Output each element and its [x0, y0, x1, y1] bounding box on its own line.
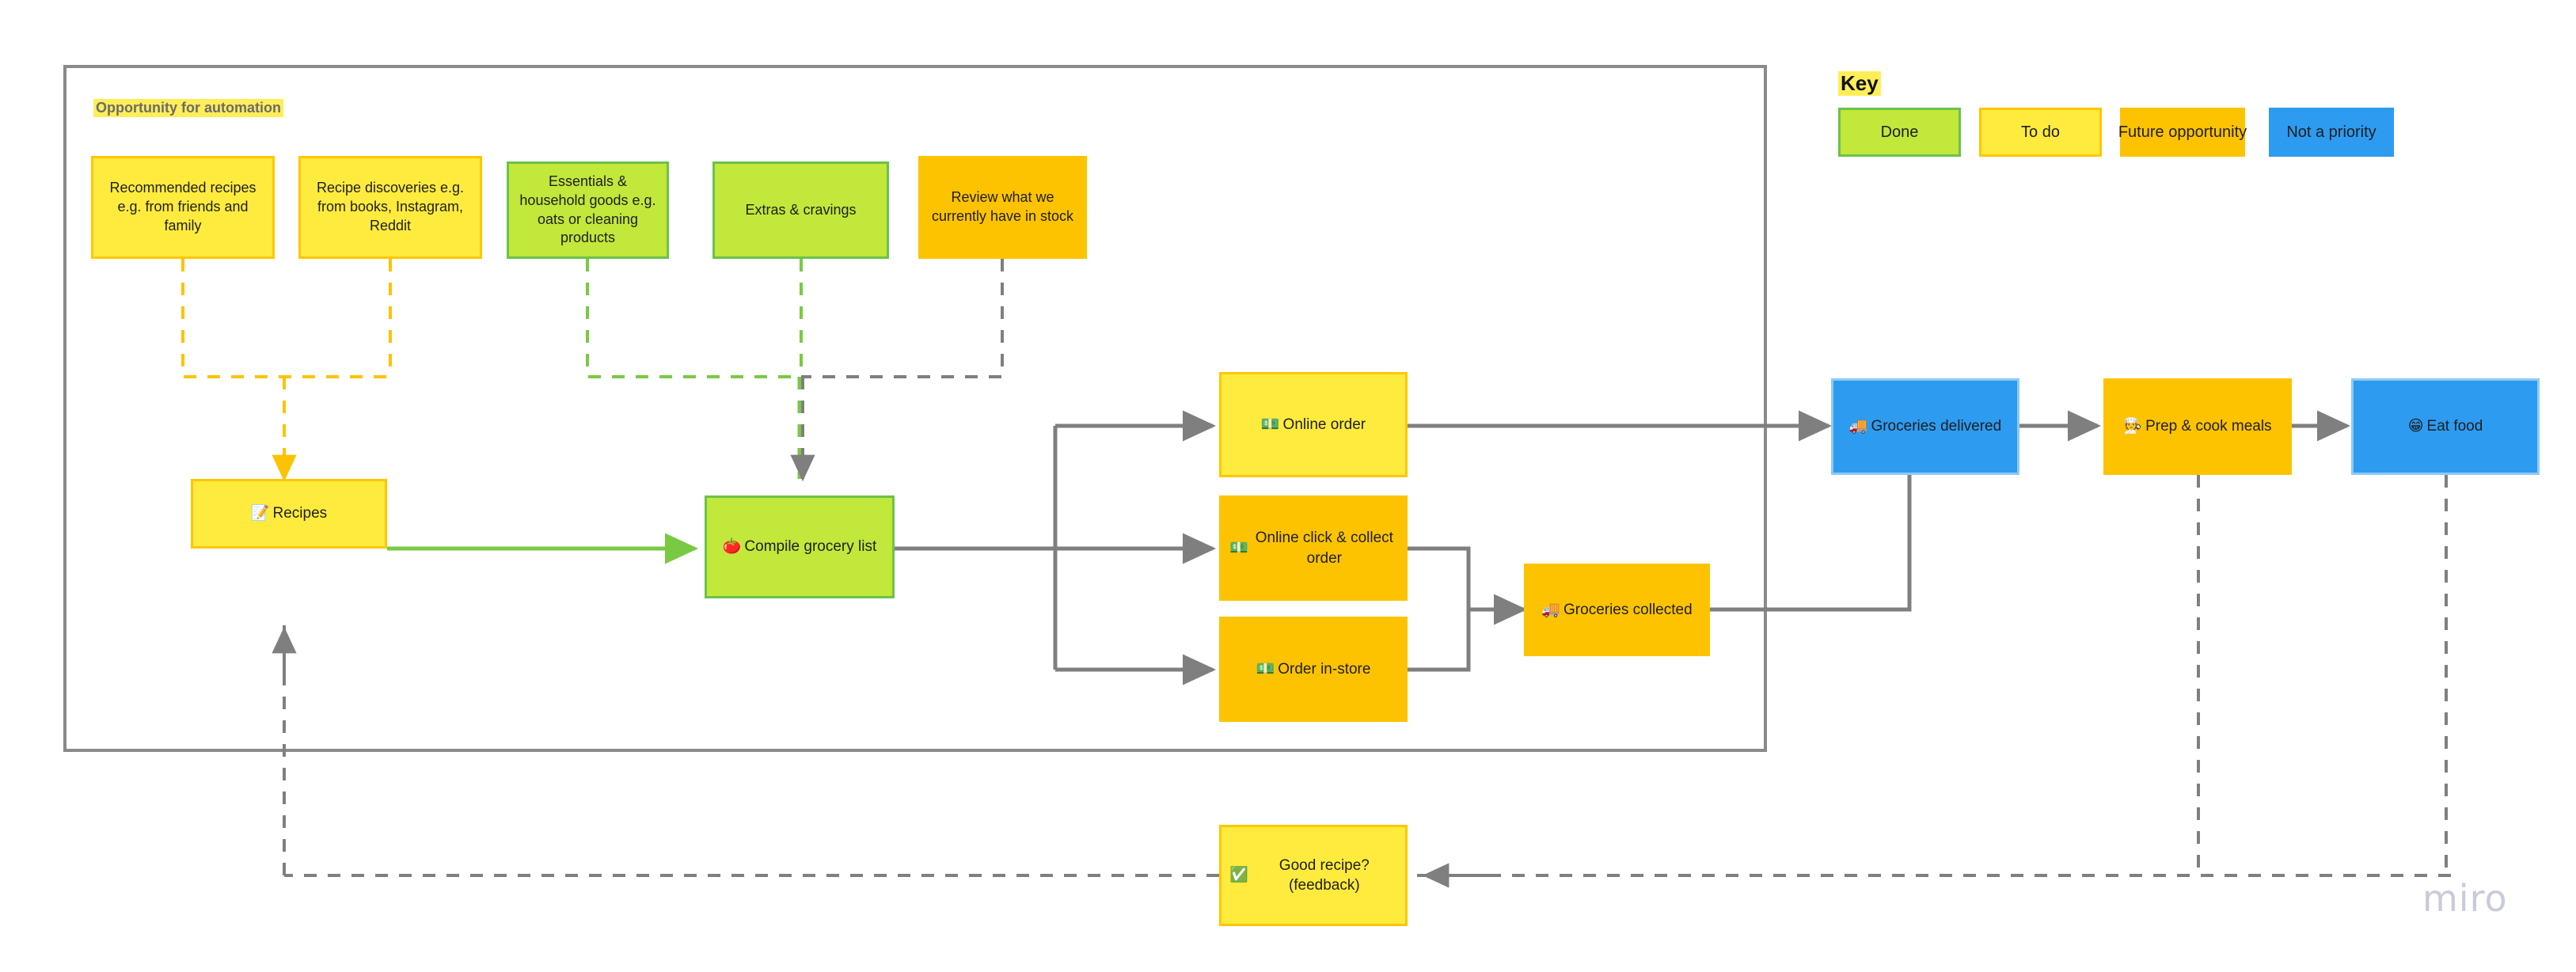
- node-label: Order in-store: [1278, 660, 1371, 678]
- node-recipes[interactable]: 📝 Recipes: [191, 479, 387, 549]
- node-groceries-collected[interactable]: 🚚 Groceries collected: [1524, 564, 1710, 656]
- node-label: Online click & collect order: [1255, 530, 1393, 567]
- node-eat-food[interactable]: 😁 Eat food: [2351, 378, 2540, 475]
- key-item-label: Not a priority: [2286, 123, 2377, 141]
- node-label: Review what we currently have in stock: [931, 189, 1074, 224]
- node-label: Groceries collected: [1563, 601, 1693, 618]
- node-review-stock[interactable]: Review what we currently have in stock: [918, 156, 1087, 259]
- node-recipe-discoveries[interactable]: Recipe discoveries e.g. from books, Inst…: [298, 156, 482, 259]
- node-groceries-delivered[interactable]: 🚚 Groceries delivered: [1831, 378, 2019, 475]
- node-good-recipe-feedback[interactable]: ✅ Good recipe? (feedback): [1219, 825, 1408, 926]
- node-label: Recipes: [272, 505, 328, 522]
- tomato-icon: 🍅: [722, 537, 742, 556]
- node-online-order[interactable]: 💵 Online order: [1219, 372, 1408, 477]
- memo-icon: 📝: [250, 504, 270, 522]
- node-recommended-recipes[interactable]: Recommended recipes e.g. from friends an…: [91, 156, 275, 259]
- frame-label: Opportunity for automation: [93, 99, 283, 117]
- miro-watermark: miro: [2422, 877, 2508, 920]
- key-item-future-opportunity[interactable]: Future opportunity: [2118, 108, 2247, 157]
- node-compile-grocery-list[interactable]: 🍅 Compile grocery list: [705, 495, 895, 598]
- key-item-label: To do: [2021, 123, 2060, 141]
- node-label: Extras & cravings: [745, 201, 857, 218]
- delivery-truck-icon: 🚚: [1848, 417, 1868, 435]
- node-label: Prep & cook meals: [2145, 418, 2272, 435]
- node-online-click-collect-order[interactable]: 💵 Online click & collect order: [1219, 495, 1408, 601]
- money-icon: 💵: [1256, 659, 1275, 678]
- key-item-done[interactable]: Done: [1838, 108, 1961, 157]
- delivery-truck-icon: 🚚: [1541, 600, 1561, 618]
- key-item-label: Done: [1880, 123, 1919, 141]
- key-item-not-a-priority[interactable]: Not a priority: [2269, 108, 2394, 157]
- key-title: Key: [1838, 71, 1881, 96]
- check-mark-icon: ✅: [1229, 866, 1248, 884]
- key-item-to-do[interactable]: To do: [1979, 108, 2102, 157]
- node-order-in-store[interactable]: 💵 Order in-store: [1219, 617, 1408, 722]
- node-label: Groceries delivered: [1871, 418, 2002, 435]
- node-extras-cravings[interactable]: Extras & cravings: [712, 161, 889, 259]
- money-icon: 💵: [1260, 415, 1280, 433]
- miro-board-canvas: Opportunity for automation Recommended r…: [0, 0, 2576, 972]
- node-label: Eat food: [2426, 418, 2483, 435]
- node-essentials-household-goods[interactable]: Essentials & household goods e.g. oats o…: [507, 161, 669, 259]
- key-item-label: Future opportunity: [2118, 123, 2247, 141]
- node-label: Essentials & household goods e.g. oats o…: [519, 173, 656, 246]
- money-icon: 💵: [1229, 538, 1248, 556]
- node-label: Recipe discoveries e.g. from books, Inst…: [316, 180, 465, 234]
- node-label: Good recipe? (feedback): [1279, 856, 1370, 894]
- cook-icon: 🧑‍🍳: [2123, 417, 2143, 435]
- grinning-face-icon: 😁: [2407, 417, 2424, 435]
- node-label: Recommended recipes e.g. from friends an…: [109, 180, 256, 234]
- node-prep-cook-meals[interactable]: 🧑‍🍳 Prep & cook meals: [2103, 378, 2292, 475]
- node-label: Compile grocery list: [744, 538, 877, 556]
- node-label: Online order: [1282, 416, 1366, 433]
